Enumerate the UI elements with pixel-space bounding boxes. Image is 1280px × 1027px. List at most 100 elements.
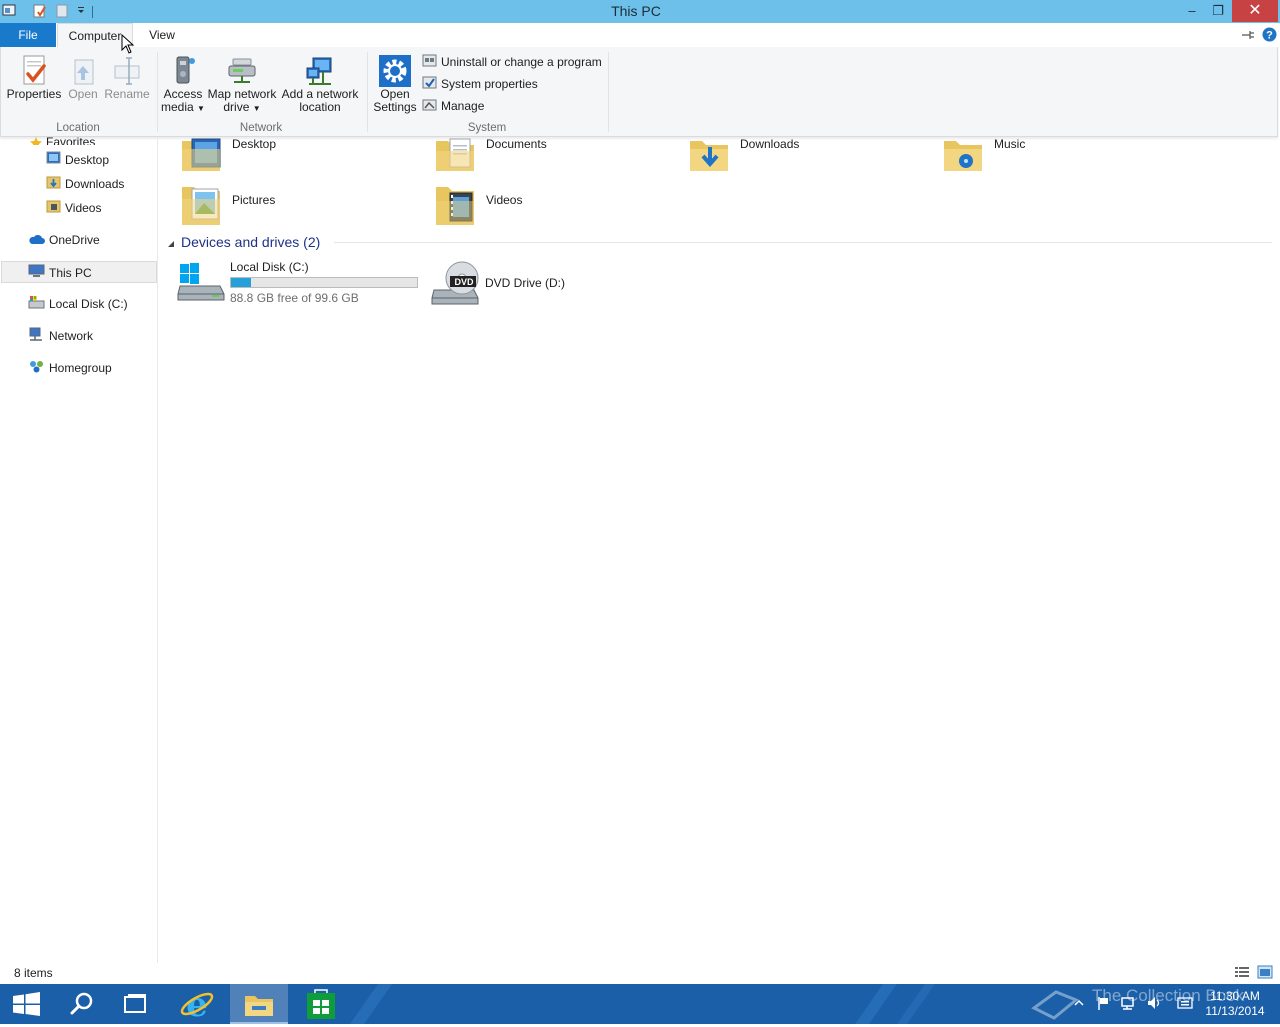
videos-folder-icon: [436, 187, 474, 225]
properties-icon: [18, 54, 50, 88]
clock-time: 11:30 AM: [1210, 989, 1260, 1003]
svg-text:?: ?: [1266, 30, 1273, 42]
system-properties-button[interactable]: System properties: [422, 75, 538, 93]
nav-network[interactable]: Network: [28, 325, 93, 347]
nav-downloads[interactable]: Downloads: [46, 173, 124, 195]
ribbon-separator: [608, 52, 609, 132]
add-network-location-button[interactable]: Add a network location: [280, 54, 360, 114]
details-view-icon[interactable]: [1234, 965, 1250, 979]
action-center-flag-icon[interactable]: [1096, 995, 1112, 1011]
taskbar-store[interactable]: [292, 984, 350, 1024]
local-disk-usage-bar: [230, 277, 418, 288]
programs-icon: [422, 53, 437, 73]
nav-homegroup[interactable]: Homegroup: [28, 357, 112, 379]
network-drive-icon: [225, 54, 259, 88]
drive-dvd[interactable]: DVD DVD Drive (D:): [430, 258, 680, 308]
taskbar-internet-explorer[interactable]: e: [168, 984, 226, 1025]
search-icon: [70, 992, 93, 1015]
rename-icon: [111, 54, 143, 88]
tab-file[interactable]: File: [0, 23, 56, 47]
folder-desktop[interactable]: Desktop: [180, 137, 410, 185]
pictures-folder-icon: [182, 187, 220, 225]
svg-text:e: e: [186, 985, 208, 1024]
nav-this-pc[interactable]: This PC: [1, 261, 157, 283]
dvd-drive-name: DVD Drive (D:): [485, 276, 565, 290]
open-settings-button[interactable]: Open Settings: [372, 54, 418, 114]
task-view-icon: [124, 994, 146, 1013]
downloads-folder-icon: [690, 141, 728, 171]
onedrive-cloud-icon: [28, 230, 45, 252]
start-button[interactable]: [0, 984, 54, 1024]
open-button[interactable]: Open: [64, 54, 102, 101]
network-location-icon: [303, 54, 337, 88]
access-media-button[interactable]: Access media ▼: [160, 54, 206, 115]
local-disk-free-space: 88.8 GB free of 99.6 GB: [230, 291, 359, 305]
taskbar-clock[interactable]: 11:30 AM 11/13/2014: [1196, 989, 1274, 1019]
local-disk-name: Local Disk (C:): [230, 260, 309, 274]
volume-icon[interactable]: [1146, 995, 1164, 1011]
access-media-icon: [167, 54, 199, 88]
rename-button[interactable]: Rename: [104, 54, 150, 101]
manage-button[interactable]: Manage: [422, 97, 484, 115]
close-button[interactable]: ✕: [1232, 0, 1278, 22]
network-group-label: Network: [239, 122, 283, 134]
store-icon: [307, 989, 335, 1019]
music-folder-icon: [944, 141, 982, 171]
dvd-badge: DVD: [454, 277, 474, 287]
show-hidden-icons-icon[interactable]: [1072, 996, 1086, 1010]
mouse-cursor-icon: [121, 33, 135, 54]
local-disk-icon: [28, 294, 45, 316]
nav-favorites[interactable]: Favorites: [30, 137, 95, 145]
windows-logo-icon: [13, 992, 40, 1016]
system-properties-icon: [422, 75, 437, 95]
folder-downloads[interactable]: Downloads: [688, 137, 918, 185]
task-view-button[interactable]: [108, 984, 162, 1024]
ribbon-separator: [157, 52, 158, 132]
window-title: This PC: [611, 3, 661, 19]
nav-videos[interactable]: Videos: [46, 197, 101, 219]
manage-icon: [422, 97, 437, 117]
internet-explorer-icon: e: [180, 985, 214, 1025]
nav-local-disk[interactable]: Local Disk (C:): [28, 293, 128, 315]
star-icon: [30, 137, 42, 145]
computer-icon: [28, 263, 45, 285]
network-status-icon[interactable]: [1120, 995, 1138, 1011]
dropdown-arrow-icon: ▼: [252, 104, 261, 113]
tab-view[interactable]: View: [140, 23, 184, 47]
system-group-label: System: [467, 122, 507, 134]
search-button[interactable]: [54, 984, 108, 1024]
homegroup-icon: [28, 358, 45, 380]
ribbon-separator: [367, 52, 368, 132]
ribbon-tab-row: [0, 23, 1280, 47]
documents-folder-icon: [436, 138, 474, 171]
desktop-icon: [46, 150, 61, 172]
dropdown-arrow-icon: ▼: [197, 104, 205, 113]
location-group-label: Location: [56, 122, 100, 134]
pin-ribbon-icon[interactable]: [1240, 28, 1256, 42]
folder-music[interactable]: Music: [942, 137, 1172, 185]
taskbar-file-explorer[interactable]: [230, 984, 288, 1024]
status-item-count: 8 items: [14, 966, 53, 980]
restore-button[interactable]: ❐: [1202, 0, 1234, 22]
clock-date: 11/13/2014: [1205, 1004, 1265, 1018]
map-network-drive-button[interactable]: Map network drive ▼: [206, 54, 278, 115]
nav-desktop[interactable]: Desktop: [46, 149, 109, 171]
properties-button[interactable]: Properties: [6, 54, 62, 101]
nav-onedrive[interactable]: OneDrive: [28, 229, 100, 251]
folder-documents[interactable]: Documents: [434, 137, 664, 185]
input-language-icon[interactable]: [1176, 995, 1194, 1011]
large-icons-view-icon[interactable]: [1257, 965, 1273, 979]
local-disk-usage-fill: [231, 278, 252, 287]
network-icon: [28, 326, 45, 348]
collapse-group-icon[interactable]: [167, 237, 175, 247]
devices-group-header[interactable]: Devices and drives (2): [181, 234, 320, 250]
folder-videos[interactable]: Videos: [434, 187, 664, 241]
open-icon: [67, 54, 99, 88]
settings-gear-icon: [378, 54, 412, 88]
windows-drive-icon: [177, 263, 225, 301]
uninstall-program-button[interactable]: Uninstall or change a program: [422, 53, 602, 71]
downloads-folder-icon: [46, 174, 61, 196]
desktop-folder-icon: [182, 138, 221, 171]
help-icon[interactable]: ?: [1262, 27, 1277, 42]
file-explorer-icon: [245, 996, 273, 1016]
